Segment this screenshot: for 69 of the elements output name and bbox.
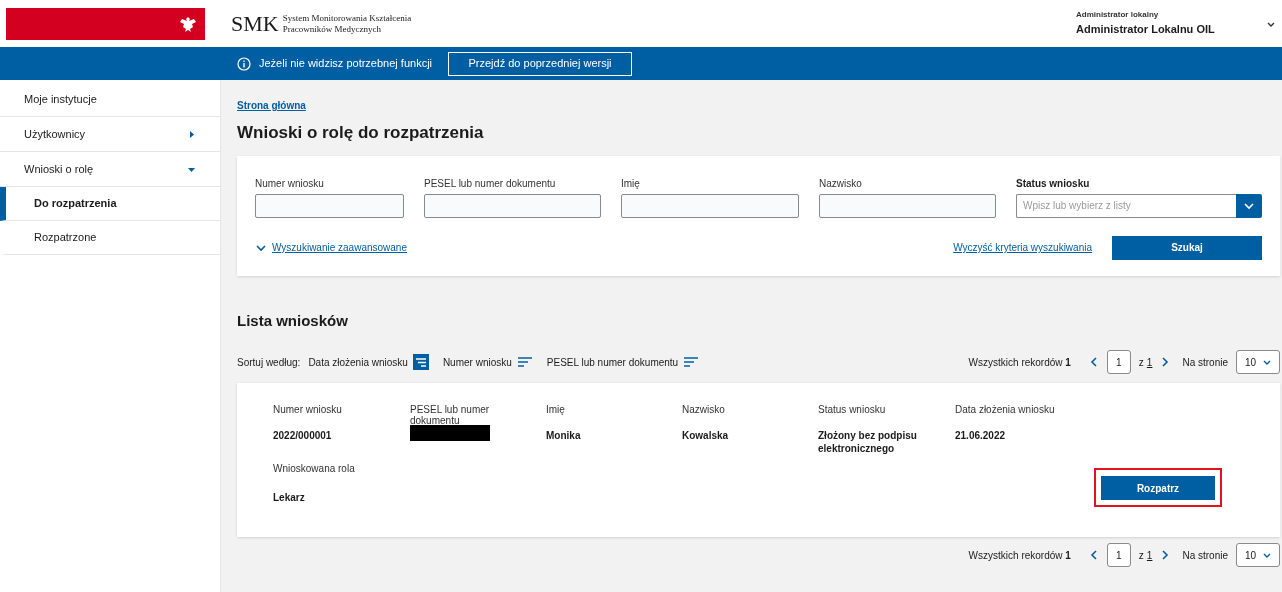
user-name: Administrator Lokalnu OIL (1076, 22, 1216, 38)
column-value: Monika (546, 429, 582, 442)
page-count-link[interactable]: 1 (1146, 547, 1153, 563)
records-count: Wszystkich rekordów 1 (968, 355, 1071, 370)
input-field[interactable] (424, 193, 601, 218)
field-label: Nazwisko (819, 176, 863, 191)
breadcrumb-link[interactable]: Strona główna (237, 98, 306, 113)
sort-icon (516, 354, 533, 370)
column-label: Imię (546, 404, 566, 417)
role-label: Wnioskowana rola (273, 462, 355, 476)
logo-text: SMK (231, 12, 279, 35)
advanced-search-link[interactable]: Wyszukiwanie zaawansowane (255, 240, 407, 255)
sort-option[interactable]: PESEL lub numer dokumentu (546, 354, 700, 370)
column-value: Złożony bez podpisu elektronicznego (818, 429, 918, 455)
field-label: Imię (621, 176, 641, 191)
column-value: 2022/000001 (273, 429, 333, 442)
column-label: Nazwisko (682, 404, 726, 417)
field-label: Status wniosku (1016, 176, 1091, 191)
sort-label: Sortuj według: (237, 355, 301, 370)
previous-version-button[interactable]: Przejdź do poprzedniej wersji (448, 51, 633, 76)
page-input[interactable]: 1 (1106, 350, 1131, 374)
logo-subtitle: System Monitorowania Kształcenia (282, 12, 412, 24)
sidebar-subitem[interactable]: Rozpatrzone (0, 221, 220, 255)
field-label: PESEL lub numer dokumentu (424, 176, 557, 191)
per-page-dropdown[interactable]: 10 (1236, 350, 1280, 374)
next-page-icon (1160, 549, 1171, 561)
search-button[interactable]: Szukaj (1112, 235, 1262, 260)
page-title: Wnioski o rolę do rozpatrzenia (237, 122, 485, 144)
sidebar-item[interactable]: Użytkownicy (0, 117, 220, 152)
info-icon (237, 56, 251, 71)
logo-subtitle: Pracowników Medycznych (282, 23, 382, 35)
column-label: Data złożenia wniosku (955, 404, 1056, 417)
field-label: Numer wniosku (255, 176, 325, 191)
clear-criteria-link[interactable]: Wyczyść kryteria wyszukiwania (953, 240, 1092, 255)
role-value: Lekarz (273, 491, 306, 505)
dropdown-button[interactable] (1236, 193, 1262, 218)
sort-icon (412, 354, 429, 370)
review-button[interactable]: Rozpatrz (1101, 476, 1215, 500)
page-of-label: z (1138, 548, 1144, 563)
notice-text: Jeżeli nie widzisz potrzebnej funkcji (259, 56, 433, 72)
next-page-icon (1160, 356, 1171, 368)
column-label: Numer wniosku (273, 404, 343, 417)
chevron-down-icon (255, 242, 266, 253)
page-count-link[interactable]: 1 (1146, 354, 1153, 370)
column-label: PESEL lub numer dokumentu (410, 404, 491, 428)
user-role: Administrator lokalny (1076, 9, 1160, 22)
page-input[interactable]: 1 (1106, 543, 1131, 567)
input-field[interactable] (255, 193, 404, 218)
status-field[interactable]: Wpisz lub wybierz z listy (1016, 193, 1236, 218)
per-page-dropdown[interactable]: 10 (1236, 543, 1280, 567)
eagle-icon (179, 14, 197, 33)
previous-page-icon (1088, 549, 1099, 561)
column-value: 21.06.2022 (955, 429, 1007, 442)
sort-option[interactable]: Numer wniosku (442, 354, 533, 370)
list-heading: Lista wniosków (237, 310, 349, 331)
sidebar-item[interactable]: Moje instytucje (0, 82, 220, 117)
column-value: Kowalska (682, 429, 730, 442)
input-field[interactable] (819, 193, 996, 218)
records-count: Wszystkich rekordów 1 (968, 548, 1071, 563)
previous-page-icon (1088, 356, 1099, 368)
column-label: Status wniosku (818, 404, 887, 417)
per-page-label: Na stronie (1182, 548, 1228, 563)
caret-right-icon (187, 129, 196, 139)
page-of-label: z (1138, 355, 1144, 370)
sort-option[interactable]: Data złożenia wniosku (308, 354, 429, 370)
input-field[interactable] (621, 193, 799, 218)
per-page-label: Na stronie (1182, 355, 1228, 370)
sidebar-subitem[interactable]: Do rozpatrzenia (0, 187, 220, 221)
sort-icon (683, 354, 700, 370)
